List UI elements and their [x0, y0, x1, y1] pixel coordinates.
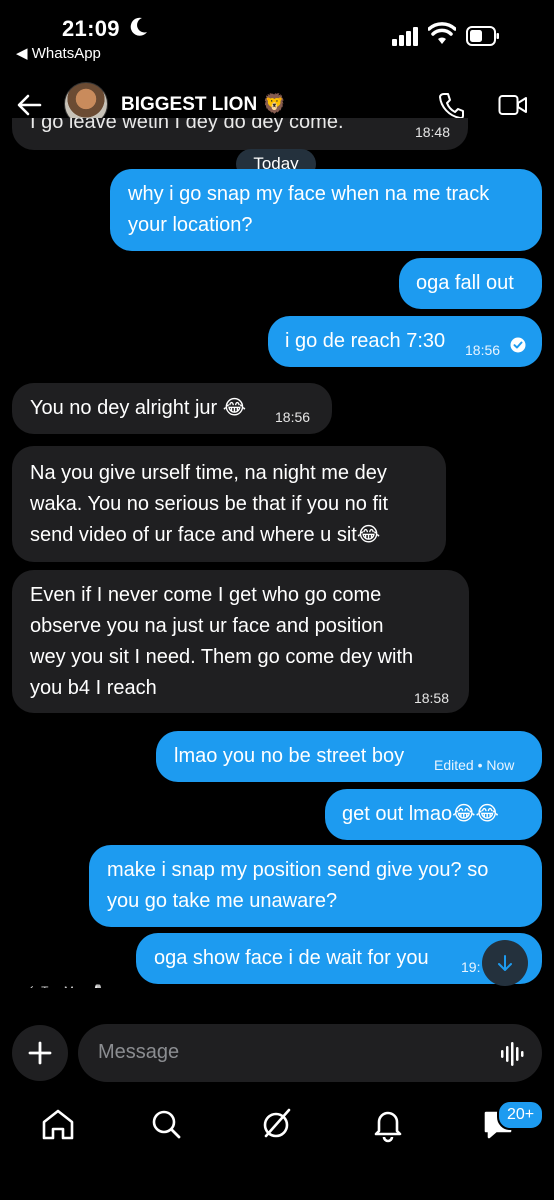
- phone-call-icon[interactable]: [438, 92, 464, 120]
- unread-badge: 20+: [497, 1100, 545, 1130]
- message-time: 19:: [461, 959, 481, 975]
- plus-icon: [28, 1041, 52, 1065]
- focus-moon-icon: [130, 17, 147, 36]
- notifications-icon[interactable]: [368, 1104, 408, 1144]
- battery-icon: [466, 26, 499, 46]
- message-line: i go de reach 7:30: [285, 330, 446, 352]
- scroll-to-bottom-button[interactable]: [482, 940, 528, 986]
- lion-emoji-icon: 🦁: [262, 94, 287, 115]
- search-icon[interactable]: [146, 1104, 186, 1144]
- video-call-icon[interactable]: [498, 94, 528, 116]
- message-bubble-incoming[interactable]: Na you give urself time, na night me dey…: [12, 446, 446, 562]
- message-line: oga fall out: [416, 272, 514, 294]
- message-list[interactable]: I go leave wetin I dey do dey come. 18:4…: [0, 118, 554, 998]
- message-bubble-outgoing[interactable]: why i go snap my face when na me track y…: [110, 169, 542, 251]
- home-icon[interactable]: [38, 1104, 78, 1144]
- status-bar: 21:09 ◀ WhatsApp: [0, 0, 554, 70]
- message-line: You no dey alright jur 😂: [30, 397, 247, 419]
- message-line: Na you give urself time, na night me dey: [30, 462, 387, 484]
- message-input[interactable]: Message: [78, 1024, 542, 1082]
- message-line: oga show face i de wait for you: [154, 947, 429, 969]
- message-bubble-outgoing[interactable]: i go de reach 7:30 18:56: [268, 316, 542, 367]
- message-line: Even if I never come I get who go come: [30, 584, 382, 606]
- message-input-placeholder: Message: [98, 1041, 180, 1063]
- message-line: get out lmao😂😂: [342, 803, 499, 825]
- message-bubble-outgoing[interactable]: oga show face i de wait for you 19:: [136, 933, 542, 984]
- message-edited-time: Edited • Now: [434, 757, 515, 773]
- message-line: you b4 I reach: [30, 677, 157, 699]
- message-bubble-incoming[interactable]: Even if I never come I get who go come o…: [12, 570, 469, 713]
- message-line: observe you na just ur face and position: [30, 615, 384, 637]
- message-line: you go take me unaware?: [107, 890, 338, 912]
- message-line: wey you sit I need. Them go come dey wit…: [30, 646, 414, 668]
- message-bubble-outgoing[interactable]: oga fall out: [399, 258, 542, 309]
- read-receipt-check-icon: [510, 337, 526, 353]
- composer: Message: [0, 1024, 554, 1084]
- voice-message-icon[interactable]: [500, 1041, 526, 1067]
- grok-icon[interactable]: [257, 1104, 297, 1144]
- message-bubble-outgoing[interactable]: get out lmao😂😂: [325, 789, 542, 840]
- message-time: 18:48: [414, 124, 450, 140]
- back-arrow-icon[interactable]: [16, 92, 42, 118]
- message-line: make i snap my position send give you? s…: [107, 859, 489, 881]
- message-bubble-outgoing[interactable]: lmao you no be street boy Edited • Now: [156, 731, 542, 782]
- back-to-app-link[interactable]: ◀ WhatsApp: [16, 44, 101, 62]
- message-line: why i go snap my face when na me track: [128, 183, 490, 205]
- bottom-tab-bar: [0, 1104, 554, 1164]
- message-bubble-incoming[interactable]: I go leave wetin I dey do dey come. 18:4…: [12, 118, 468, 150]
- add-attachment-button[interactable]: [12, 1025, 68, 1081]
- message-bubble-incoming[interactable]: You no dey alright jur 😂 18:56: [12, 383, 332, 434]
- wifi-icon: [428, 22, 456, 44]
- message-text: I go leave wetin I dey do dey come.: [30, 118, 344, 133]
- message-line: waka. You no serious be that if you no f…: [30, 493, 389, 515]
- arrow-down-icon: [498, 955, 512, 971]
- reply-preview-hint: ↰ Ten Man 🍷: [28, 976, 105, 988]
- chat-title[interactable]: BIGGEST LION 🦁: [121, 92, 286, 116]
- message-line: lmao you no be street boy: [174, 745, 405, 767]
- message-line: your location?: [128, 214, 253, 236]
- status-time: 21:09: [62, 16, 120, 41]
- message-bubble-outgoing[interactable]: make i snap my position send give you? s…: [89, 845, 542, 927]
- message-line: send video of ur face and where u sit😂: [30, 524, 381, 546]
- message-time: 18:56: [275, 409, 311, 425]
- message-time: 18:58: [413, 690, 449, 706]
- message-time: 18:56: [465, 342, 501, 358]
- chat-title-text: BIGGEST LION: [121, 94, 258, 115]
- cellular-signal-icon: [392, 27, 418, 46]
